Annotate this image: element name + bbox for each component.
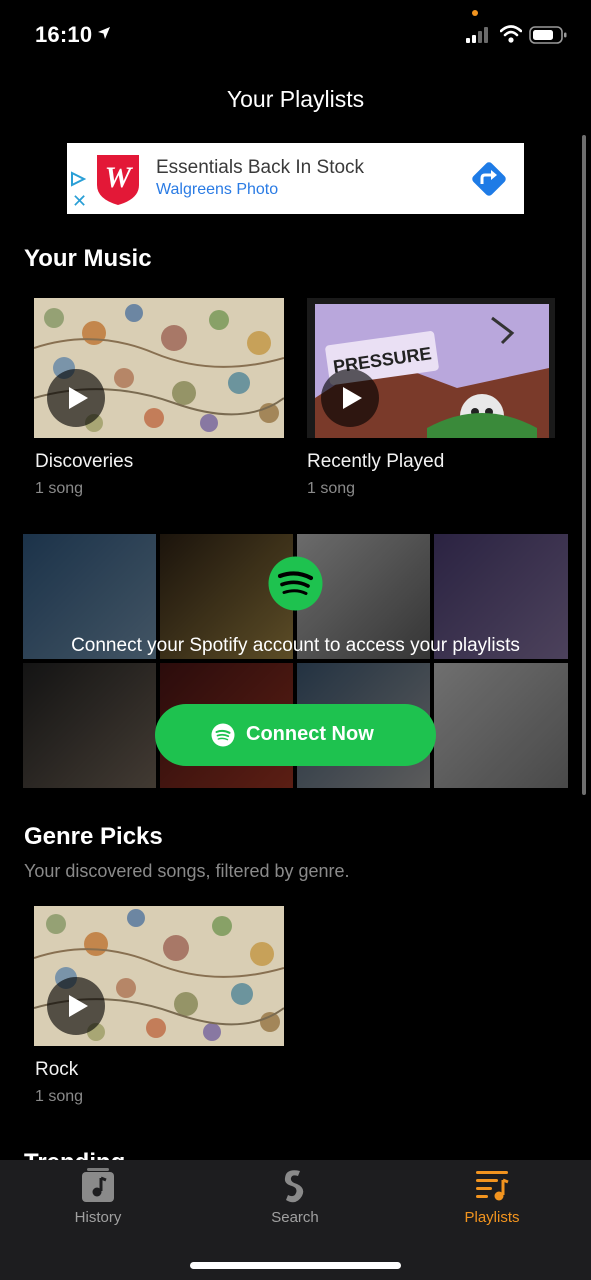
spotify-logo-icon	[211, 723, 235, 747]
card-count-rock: 1 song	[35, 1088, 84, 1105]
home-indicator[interactable]	[190, 1262, 401, 1269]
connect-now-button[interactable]: Connect Now	[155, 704, 436, 766]
privacy-indicator-dot	[472, 10, 478, 16]
tab-history-label: History	[74, 1209, 122, 1226]
your-music-heading: Your Music	[24, 245, 152, 272]
music-note-icon	[82, 1168, 114, 1202]
genre-picks-heading: Genre Picks	[24, 823, 163, 850]
play-icon	[69, 387, 88, 409]
ad-banner[interactable]: ✕ W Essentials Back In Stock Walgreens P…	[67, 143, 524, 214]
spotify-logo-icon	[268, 556, 323, 611]
ad-headline: Essentials Back In Stock	[156, 157, 365, 178]
ad-close-icon[interactable]: ✕	[72, 192, 87, 210]
directions-arrow-icon[interactable]	[469, 159, 509, 199]
card-title-discoveries[interactable]: Discoveries	[35, 451, 133, 473]
tab-playlists-label: Playlists	[464, 1209, 520, 1226]
tab-search[interactable]: Search	[220, 1160, 370, 1240]
location-arrow-icon	[98, 27, 110, 39]
card-count-discoveries: 1 song	[35, 480, 84, 497]
play-button[interactable]	[47, 977, 105, 1035]
page-title: Your Playlists	[226, 86, 365, 112]
playlist-icon	[476, 1171, 509, 1201]
status-time: 16:10	[35, 22, 93, 47]
status-bar: 16:10	[0, 0, 591, 70]
walgreens-logo-icon: W	[97, 155, 139, 205]
card-count-recently-played: 1 song	[307, 480, 356, 497]
discoveries-artwork[interactable]	[34, 298, 284, 438]
play-button[interactable]	[321, 369, 379, 427]
battery-icon	[529, 26, 567, 44]
rock-artwork[interactable]	[34, 906, 284, 1046]
spotify-connect-message: Connect your Spotify account to access y…	[71, 635, 520, 656]
spotify-connect-banner: Connect your Spotify account to access y…	[23, 534, 568, 788]
play-icon	[69, 995, 88, 1017]
genre-picks-subtitle: Your discovered songs, filtered by genre…	[24, 861, 350, 881]
adchoices-icon[interactable]	[70, 171, 86, 187]
play-button[interactable]	[47, 369, 105, 427]
card-title-rock[interactable]: Rock	[35, 1059, 78, 1081]
ad-subline: Walgreens Photo	[156, 181, 279, 198]
connect-now-label: Connect Now	[246, 723, 374, 745]
svg-text:W: W	[105, 161, 134, 194]
scrollbar[interactable]	[582, 135, 586, 795]
cellular-signal-icon	[466, 27, 488, 43]
tab-search-label: Search	[271, 1209, 319, 1226]
shazam-logo-icon	[284, 1170, 304, 1203]
tab-playlists[interactable]: Playlists	[417, 1160, 567, 1240]
wifi-icon	[500, 25, 522, 43]
recently-played-artwork[interactable]: PRESSURE	[307, 298, 555, 438]
card-title-recently-played[interactable]: Recently Played	[307, 451, 444, 473]
tab-history[interactable]: History	[23, 1160, 173, 1240]
play-icon	[343, 387, 362, 409]
